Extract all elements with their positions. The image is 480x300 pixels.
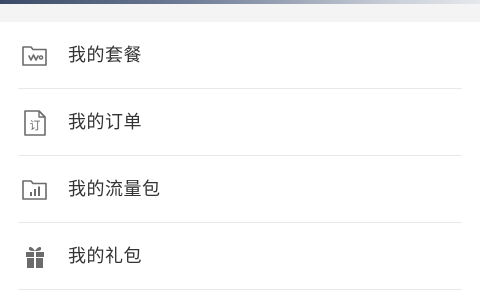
menu-item-my-data-pack[interactable]: 我的流量包	[0, 156, 480, 223]
menu-item-label: 我的套餐	[68, 45, 142, 66]
menu-item-my-gift[interactable]: 我的礼包	[0, 223, 480, 290]
menu-item-label: 我的流量包	[68, 179, 161, 200]
menu-item-label: 我的礼包	[68, 246, 142, 267]
svg-text:订: 订	[30, 119, 41, 132]
data-usage-folder-icon	[20, 175, 50, 205]
package-folder-icon	[20, 41, 50, 71]
menu-item-label: 我的订单	[68, 112, 142, 133]
header-strip	[0, 0, 480, 22]
gift-icon	[20, 242, 50, 272]
order-document-icon: 订	[20, 108, 50, 138]
divider	[18, 289, 462, 290]
menu-item-my-plan[interactable]: 我的套餐	[0, 22, 480, 89]
menu-list: 我的套餐 订 我的订单 我的流量包 我的礼包	[0, 22, 480, 300]
menu-item-my-orders[interactable]: 订 我的订单	[0, 89, 480, 156]
